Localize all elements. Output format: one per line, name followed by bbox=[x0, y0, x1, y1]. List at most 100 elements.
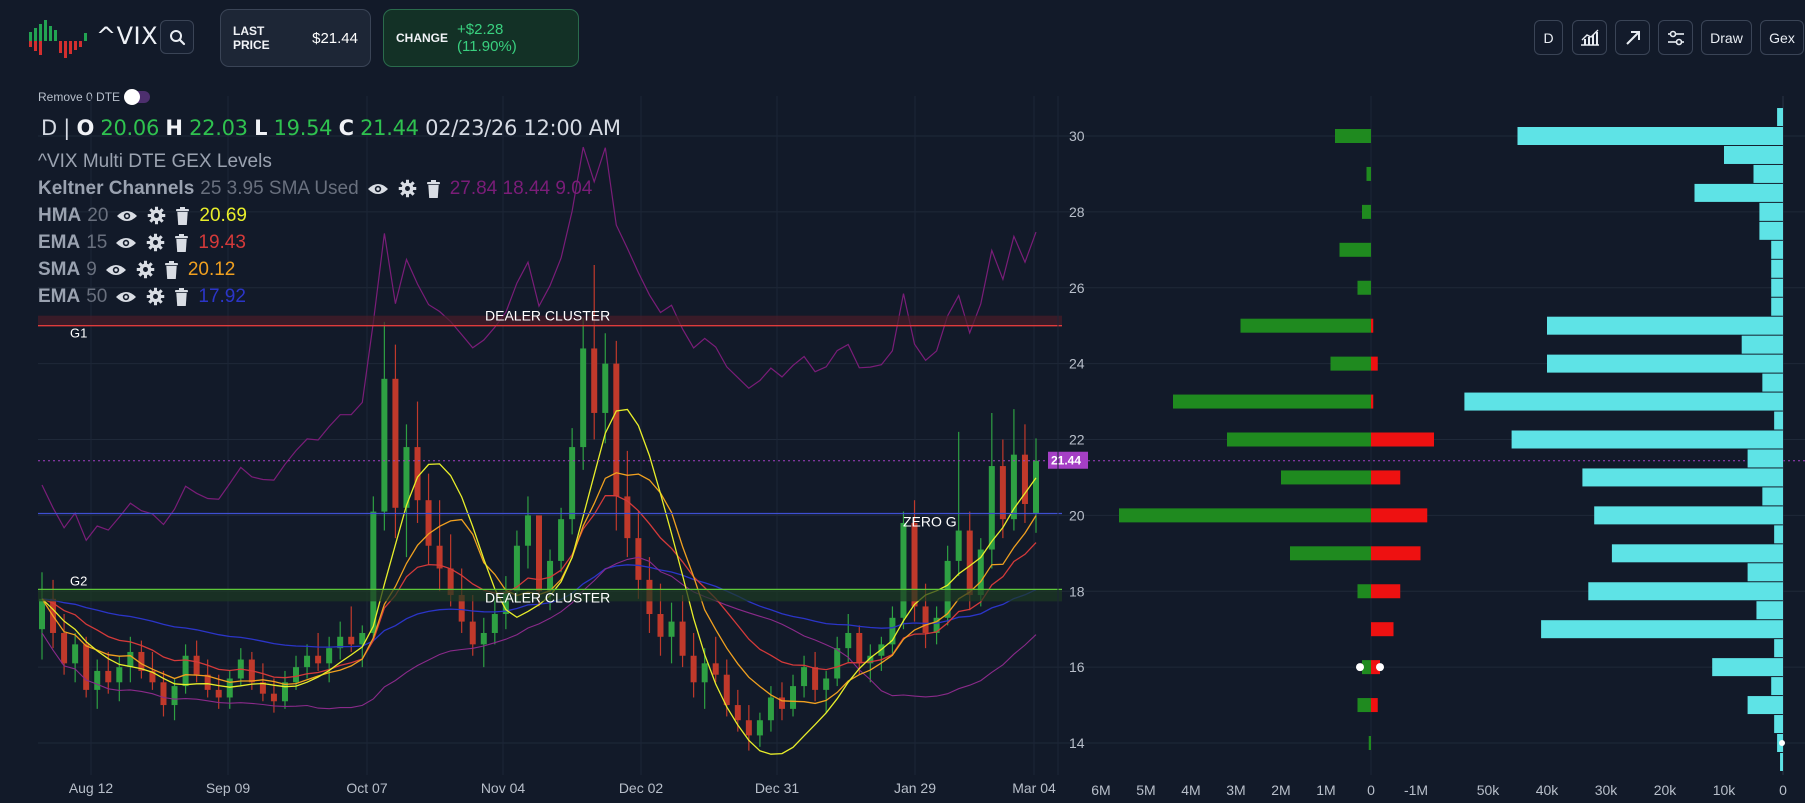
ohlc-high-label: H bbox=[165, 116, 183, 140]
gear-icon[interactable] bbox=[136, 260, 155, 279]
y-tick-label: 24 bbox=[1069, 356, 1085, 372]
candle bbox=[734, 705, 741, 721]
candle bbox=[215, 689, 222, 698]
gex-negative-bar bbox=[1371, 432, 1434, 447]
trash-icon[interactable] bbox=[174, 233, 189, 252]
oi-bar bbox=[1771, 240, 1783, 259]
oi-x-tick: 40k bbox=[1536, 782, 1560, 798]
candle bbox=[657, 614, 664, 637]
oi-bar bbox=[1741, 335, 1783, 354]
indicator-value: 20.12 bbox=[187, 258, 236, 280]
gex-negative-bar bbox=[1371, 470, 1401, 485]
oi-x-tick: 30k bbox=[1595, 782, 1619, 798]
indicator-name: Keltner Channels bbox=[38, 177, 195, 199]
trash-icon[interactable] bbox=[175, 206, 190, 225]
oi-bar bbox=[1774, 639, 1783, 658]
indicator-name: EMA bbox=[38, 231, 81, 253]
eye-icon[interactable] bbox=[115, 290, 137, 304]
candle bbox=[469, 621, 476, 645]
candle bbox=[1033, 460, 1039, 514]
trash-icon[interactable] bbox=[426, 179, 441, 198]
indicator-value: 20.69 bbox=[199, 204, 247, 226]
oi-bar bbox=[1541, 620, 1783, 639]
candle bbox=[304, 655, 311, 668]
gear-icon[interactable] bbox=[147, 206, 166, 225]
indicator-params: 50 bbox=[86, 285, 108, 307]
candle bbox=[823, 678, 830, 690]
eye-icon[interactable] bbox=[105, 263, 127, 277]
oi-bar bbox=[1756, 601, 1783, 620]
oi-bar bbox=[1771, 677, 1783, 696]
oi-bar bbox=[1694, 183, 1783, 202]
oi-bar bbox=[1547, 354, 1783, 373]
oi-x-tick: 20k bbox=[1654, 782, 1678, 798]
candle bbox=[845, 632, 852, 649]
indicator-name: SMA bbox=[38, 258, 81, 280]
candle bbox=[281, 682, 288, 702]
oi-bar bbox=[1747, 696, 1783, 715]
candle bbox=[613, 363, 620, 497]
candle bbox=[160, 682, 167, 706]
eye-icon[interactable] bbox=[367, 182, 389, 196]
oi-x-tick: 0 bbox=[1779, 782, 1787, 798]
candle bbox=[635, 538, 642, 580]
gex-negative-bar bbox=[1371, 318, 1374, 333]
gear-icon[interactable] bbox=[146, 233, 165, 252]
oi-bar bbox=[1774, 525, 1783, 544]
trash-icon[interactable] bbox=[164, 260, 179, 279]
oi-bar bbox=[1771, 297, 1783, 316]
gex-negative-bar bbox=[1371, 698, 1378, 713]
candle bbox=[900, 522, 907, 618]
gex-positive-bar bbox=[1119, 508, 1371, 523]
candle bbox=[966, 530, 973, 596]
legend-row: HMA 20 20.69 bbox=[38, 202, 592, 229]
oi-bar bbox=[1753, 164, 1783, 183]
gex-x-tick: 0 bbox=[1367, 782, 1375, 798]
candle bbox=[370, 511, 377, 633]
gex-positive-bar bbox=[1173, 394, 1371, 409]
gex-positive-bar bbox=[1290, 546, 1371, 561]
ohlc-high: 22.03 bbox=[189, 116, 248, 140]
ohlc-interval: D bbox=[41, 116, 57, 140]
gear-icon[interactable] bbox=[146, 287, 165, 306]
candle bbox=[348, 636, 355, 645]
trash-icon[interactable] bbox=[174, 287, 189, 306]
ohlc-readout: D | O 20.06 H 22.03 L 19.54 C 21.44 02/2… bbox=[41, 116, 621, 140]
oi-bar bbox=[1582, 468, 1783, 487]
candle bbox=[569, 447, 576, 520]
gear-icon[interactable] bbox=[398, 179, 417, 198]
candle bbox=[39, 598, 45, 630]
oi-bar bbox=[1747, 563, 1783, 582]
y-tick-label: 18 bbox=[1069, 583, 1085, 599]
x-tick-label: Sep 09 bbox=[206, 780, 251, 796]
oi-bar bbox=[1771, 278, 1783, 297]
eye-icon[interactable] bbox=[115, 236, 137, 250]
oi-bar bbox=[1774, 411, 1783, 430]
marker-dot bbox=[1779, 740, 1785, 746]
candle bbox=[61, 632, 68, 664]
g1-label: G1 bbox=[70, 326, 87, 341]
candle bbox=[83, 644, 90, 690]
oi-bar bbox=[1724, 145, 1783, 164]
gex-positive-bar bbox=[1357, 584, 1371, 599]
candle bbox=[922, 606, 929, 633]
gex-negative-bar bbox=[1371, 394, 1374, 409]
dealer-cluster-label: DEALER CLUSTER bbox=[485, 308, 610, 324]
candle bbox=[392, 378, 399, 508]
x-tick-label: Dec 02 bbox=[619, 780, 664, 796]
eye-icon[interactable] bbox=[116, 209, 138, 223]
candle bbox=[767, 697, 774, 721]
y-tick-label: 26 bbox=[1069, 280, 1085, 296]
indicator-value: 27.84 18.44 9.04 bbox=[449, 177, 593, 199]
oi-bar bbox=[1712, 658, 1783, 677]
candle bbox=[326, 648, 333, 664]
oi-bar bbox=[1762, 373, 1783, 392]
candle bbox=[668, 621, 675, 637]
candle bbox=[701, 663, 708, 683]
y-tick-label: 20 bbox=[1069, 507, 1085, 523]
gex-positive-bar bbox=[1281, 470, 1371, 485]
gex-negative-bar bbox=[1371, 622, 1394, 637]
gex-x-tick: 1M bbox=[1316, 782, 1335, 798]
candle bbox=[756, 720, 763, 736]
candle bbox=[524, 515, 531, 546]
